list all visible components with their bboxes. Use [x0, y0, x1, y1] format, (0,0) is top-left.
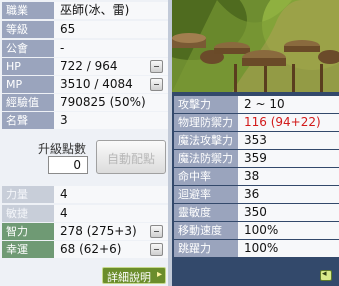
auto-assign-button[interactable]: 自動配點 — [96, 140, 166, 174]
character-stat-window: 職業 巫師(冰、雷) 等級 65 公會 - HP 722 / 964 MP 35… — [0, 0, 339, 286]
combat-value: 38 — [238, 168, 339, 185]
stat-label: MP — [2, 76, 54, 93]
stat-row-hp: HP 722 / 964 — [2, 58, 168, 75]
combat-label: 靈敏度 — [174, 204, 238, 221]
combat-row-wdef: 物理防禦力 116 (94+22) — [174, 114, 339, 131]
combat-label: 跳躍力 — [174, 240, 238, 257]
combat-row-speed: 移動速度 100% — [174, 222, 339, 239]
stat-row-level: 等級 65 — [2, 21, 168, 38]
stat-row-exp: 經驗值 790825 (50%) — [2, 94, 168, 111]
combat-row-mdef: 魔法防禦力 359 — [174, 150, 339, 167]
stat-label: 幸運 — [2, 241, 54, 258]
combat-row-jump: 跳躍力 100% — [174, 240, 339, 257]
combat-value: 100% — [238, 240, 339, 257]
ap-value: 0 — [73, 158, 81, 172]
arrow-left-icon: ◂ — [322, 269, 327, 279]
combat-label: 命中率 — [174, 168, 238, 185]
luk-minus-button[interactable] — [150, 243, 163, 256]
ap-label: 升級點數 — [38, 142, 87, 156]
attr-row-int: 智力 278 (275+3) — [2, 223, 168, 240]
stat-label: 等級 — [2, 21, 54, 38]
stat-value: 790825 (50%) — [54, 94, 168, 111]
attr-row-luk: 幸運 68 (62+6) — [2, 241, 168, 258]
combat-value: 116 (94+22) — [238, 114, 339, 131]
combat-row-avoid: 迴避率 36 — [174, 186, 339, 203]
combat-label: 迴避率 — [174, 186, 238, 203]
combat-row-hands: 靈敏度 350 — [174, 204, 339, 221]
stat-row-fame: 名聲 3 — [2, 112, 168, 129]
forest-scene-image — [172, 0, 339, 92]
combat-value: 359 — [238, 150, 339, 167]
stat-value: 巫師(冰、雷) — [54, 2, 168, 19]
stat-label: 經驗值 — [2, 94, 54, 111]
column-divider — [168, 0, 172, 286]
stat-row-mp: MP 3510 / 4084 — [2, 76, 168, 93]
stat-value: 65 — [54, 21, 168, 38]
stat-label: HP — [2, 58, 54, 75]
combat-label: 移動速度 — [174, 222, 238, 239]
detail-button-label: 詳細說明 — [107, 271, 151, 284]
hp-minus-button[interactable] — [150, 60, 163, 73]
stat-row-job: 職業 巫師(冰、雷) — [2, 2, 168, 19]
stat-row-guild: 公會 - — [2, 40, 168, 57]
stat-label: 名聲 — [2, 112, 54, 129]
combat-value: 36 — [238, 186, 339, 203]
detail-button[interactable]: 詳細說明 ▸ — [102, 267, 166, 284]
stat-value: 4 — [54, 205, 168, 222]
attr-row-dex: 敏捷 4 — [2, 205, 168, 222]
combat-label: 魔法防禦力 — [174, 150, 238, 167]
stat-value: 4 — [54, 186, 168, 203]
combat-value: 353 — [238, 132, 339, 149]
stat-label: 公會 — [2, 40, 54, 57]
combat-row-matk: 魔法攻擊力 353 — [174, 132, 339, 149]
stat-label: 力量 — [2, 186, 54, 203]
mp-minus-button[interactable] — [150, 78, 163, 91]
combat-row-accuracy: 命中率 38 — [174, 168, 339, 185]
attr-row-str: 力量 4 — [2, 186, 168, 203]
stat-value: 3 — [54, 112, 168, 129]
combat-row-attack: 攻擊力 2 ~ 10 — [174, 96, 339, 113]
combat-value: 100% — [238, 222, 339, 239]
auto-assign-label: 自動配點 — [106, 152, 155, 166]
combat-value: 2 ~ 10 — [238, 96, 339, 113]
combat-value: 350 — [238, 204, 339, 221]
stat-label: 職業 — [2, 2, 54, 19]
combat-label: 魔法攻擊力 — [174, 132, 238, 149]
stat-label: 智力 — [2, 223, 54, 240]
combat-label: 物理防禦力 — [174, 114, 238, 131]
stat-label: 敏捷 — [2, 205, 54, 222]
ap-value-field: 0 — [48, 156, 88, 174]
arrow-right-icon: ▸ — [156, 269, 162, 280]
combat-label: 攻擊力 — [174, 96, 238, 113]
collapse-button[interactable]: ◂ — [320, 269, 332, 281]
ap-section: 升級點數 0 自動配點 — [2, 134, 168, 182]
stat-value: - — [54, 40, 168, 57]
background-scene-image — [172, 0, 339, 92]
int-minus-button[interactable] — [150, 225, 163, 238]
